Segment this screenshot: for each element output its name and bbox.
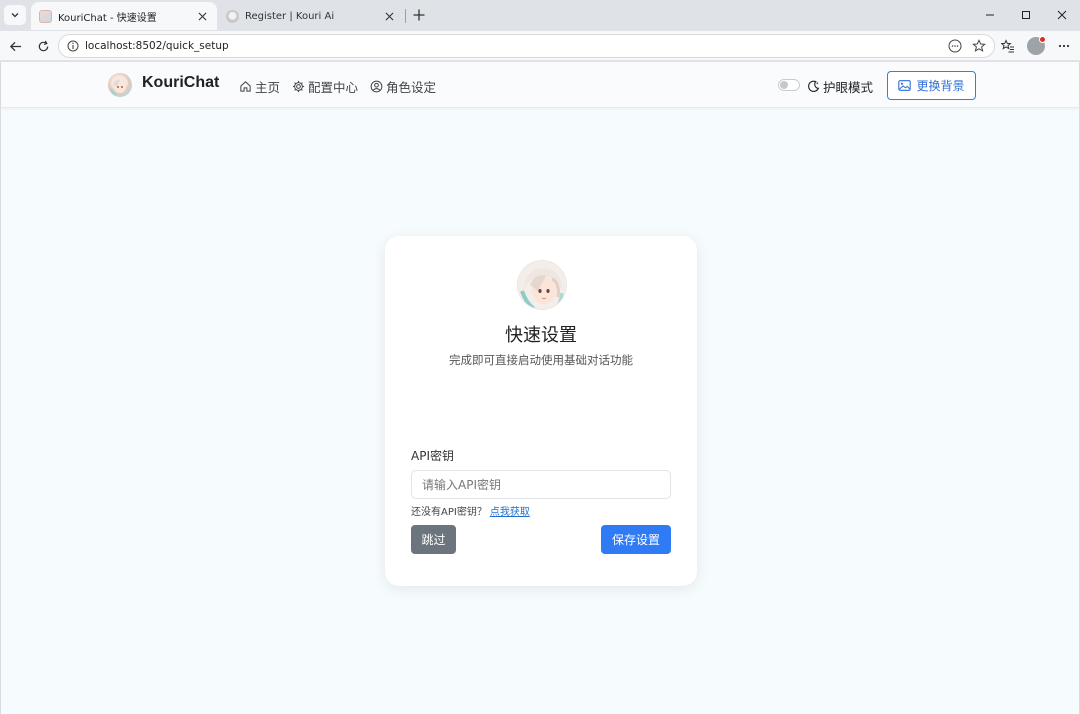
moon-icon <box>808 80 820 92</box>
nav-role-label: 角色设定 <box>386 80 437 95</box>
favorites-button[interactable] <box>999 37 1017 55</box>
change-background-label: 更换背景 <box>916 79 965 93</box>
brand-name[interactable]: KouriChat <box>142 74 219 92</box>
quick-setup-card: 快速设置 完成即可直接启动使用基础对话功能 API密钥 还没有API密钥？点我获… <box>385 236 697 586</box>
brand-logo[interactable] <box>108 73 132 97</box>
new-tab-button[interactable] <box>410 6 428 24</box>
tab-separator <box>405 9 406 23</box>
close-icon <box>1057 10 1067 20</box>
tab-menu-button[interactable] <box>4 5 26 25</box>
eye-mode-text: 护眼模式 <box>823 80 874 95</box>
api-key-hint: 还没有API密钥？ 点我获取 <box>411 503 530 518</box>
maximize-icon <box>1022 11 1030 19</box>
eye-mode-label[interactable]: 护眼模式 <box>807 77 873 96</box>
star-icon <box>972 39 986 52</box>
more-icon <box>1058 44 1070 48</box>
address-bar[interactable]: localhost:8502/quick_setup <box>58 34 995 58</box>
reload-button[interactable] <box>34 37 52 55</box>
page-title: 快速设置 <box>505 325 577 346</box>
gear-icon <box>292 80 305 93</box>
window-close-button[interactable] <box>1052 6 1072 24</box>
dots-circle-icon <box>948 39 962 53</box>
api-key-input[interactable] <box>411 470 671 499</box>
anime-avatar-icon <box>110 76 129 96</box>
toggle-knob <box>780 81 788 89</box>
kourichat-favicon <box>39 9 52 23</box>
info-icon[interactable] <box>67 40 79 52</box>
chevron-down-icon <box>11 13 19 18</box>
skip-button[interactable]: 跳过 <box>411 525 456 554</box>
nav-config-label: 配置中心 <box>308 80 359 95</box>
nav-home[interactable]: 主页 <box>239 77 280 96</box>
eye-mode-toggle[interactable] <box>778 79 800 91</box>
browser-toolbar: localhost:8502/quick_setup <box>0 31 1080 61</box>
hint-text: 还没有API密钥？ <box>411 507 487 518</box>
anime-avatar-icon <box>518 261 566 309</box>
more-button[interactable] <box>1055 37 1073 55</box>
api-key-label: API密钥 <box>411 449 454 463</box>
get-api-key-link[interactable]: 点我获取 <box>490 507 530 518</box>
page-subtitle: 完成即可直接启动使用基础对话功能 <box>449 353 633 367</box>
user-circle-icon <box>370 80 383 93</box>
nav-role-setting[interactable]: 角色设定 <box>370 77 436 96</box>
tab-title: Register | Kouri Ai <box>245 10 335 22</box>
plus-icon <box>413 9 425 21</box>
site-navbar: KouriChat 主页 配置中心 角色设定 护眼模式 更换背景 <box>1 62 1079 108</box>
tab-title: KouriChat - 快速设置 <box>58 12 157 24</box>
favorites-icon <box>1001 39 1014 53</box>
home-icon <box>240 81 251 92</box>
page-viewport: KouriChat 主页 配置中心 角色设定 护眼模式 更换背景 快速设置 完成… <box>0 62 1080 714</box>
change-background-button[interactable]: 更换背景 <box>887 71 976 100</box>
back-arrow-icon <box>9 41 21 51</box>
reload-icon <box>38 40 48 51</box>
favorite-button[interactable] <box>971 38 987 54</box>
profile-status-dot <box>1039 36 1046 43</box>
nav-home-label: 主页 <box>255 80 281 95</box>
minimize-icon <box>986 14 994 16</box>
tab-register[interactable]: Register | Kouri Ai <box>218 2 404 30</box>
close-icon <box>198 12 206 20</box>
tab-close-button[interactable] <box>382 9 396 23</box>
read-aloud-button[interactable] <box>947 38 963 54</box>
maximize-button[interactable] <box>1016 6 1036 24</box>
close-icon <box>385 12 393 20</box>
save-settings-button[interactable]: 保存设置 <box>601 525 671 554</box>
back-button[interactable] <box>6 37 24 55</box>
image-icon <box>898 80 912 91</box>
nav-config-center[interactable]: 配置中心 <box>292 77 358 96</box>
url-text: localhost:8502/quick_setup <box>85 40 229 52</box>
card-avatar <box>517 260 567 310</box>
kouri-ai-favicon <box>226 9 239 23</box>
browser-tabstrip: KouriChat - 快速设置 Register | Kouri Ai <box>0 0 1080 31</box>
tab-close-button[interactable] <box>195 9 209 23</box>
minimize-button[interactable] <box>980 6 1000 24</box>
tab-kourichat[interactable]: KouriChat - 快速设置 <box>31 2 217 30</box>
